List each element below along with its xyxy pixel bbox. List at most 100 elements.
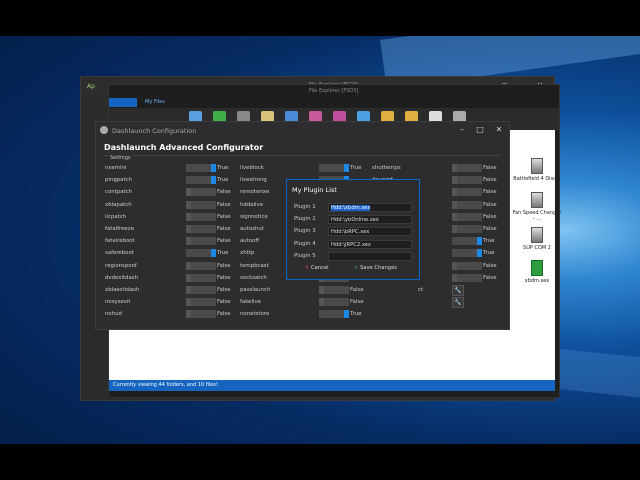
- setting-toggle[interactable]: [186, 273, 216, 282]
- setting-toggle[interactable]: [452, 176, 482, 185]
- toggle-knob: [452, 164, 457, 172]
- settings-group: Settings: [104, 155, 500, 164]
- file-label: xbdm.xex: [524, 278, 550, 284]
- explorer-titlebar: File Explorer [FSD3]: [109, 85, 559, 97]
- toggle-value: False: [483, 274, 497, 281]
- setting-toggle[interactable]: [319, 286, 349, 294]
- wrench-icon[interactable]: 🔧: [452, 285, 464, 296]
- setting-toggle[interactable]: [452, 200, 482, 209]
- setting-toggle[interactable]: [186, 286, 216, 294]
- plugin-label: Plugin 5: [294, 252, 316, 259]
- toggle-value: False: [483, 177, 497, 184]
- plugin-label: Plugin 4: [294, 240, 316, 247]
- setting-toggle[interactable]: [452, 225, 482, 233]
- close-icon[interactable]: ✕: [492, 124, 506, 136]
- explorer-title: File Explorer [FSD3]: [309, 88, 359, 94]
- setting-toggle[interactable]: [452, 249, 482, 258]
- drive-icon: [531, 227, 543, 243]
- toggle-value: False: [483, 189, 497, 196]
- plugin-path-text: Hdd:\JRPC2.xex: [331, 241, 371, 248]
- setting-toggle[interactable]: [452, 188, 482, 197]
- setting-toggle[interactable]: [319, 164, 349, 172]
- cancel-x-icon: ✕: [305, 265, 310, 271]
- toggle-knob: [186, 188, 191, 197]
- toggle-knob: [211, 249, 216, 258]
- toggle-knob: [186, 225, 191, 233]
- setting-toggle[interactable]: [319, 310, 349, 319]
- toggle-value: False: [483, 226, 497, 232]
- toggle-value: False: [483, 201, 497, 208]
- toggle-value: False: [483, 262, 497, 269]
- status-bar: Currently viewing 44 folders, and 10 fil…: [109, 380, 555, 391]
- toggle-knob: [452, 188, 457, 197]
- setting-name: xblaexitdash: [105, 287, 140, 293]
- toggle-knob: [452, 176, 457, 185]
- toggle-knob: [477, 237, 482, 246]
- setting-toggle[interactable]: [452, 212, 482, 221]
- file-label: SUP COM 2: [523, 245, 551, 251]
- toggle-knob: [477, 249, 482, 258]
- setting-toggle[interactable]: [452, 164, 482, 172]
- plugin-dialog-title: My Plugin List: [292, 186, 337, 194]
- minimize-icon[interactable]: –: [455, 124, 469, 136]
- dialog-titlebar[interactable]: Dashlaunch Configuration – □ ✕: [96, 122, 509, 139]
- status-text: Currently viewing 44 folders, and 10 fil…: [113, 382, 218, 388]
- plugin-path-field[interactable]: Hdd:\ybOnline.xex: [328, 215, 412, 225]
- cancel-button[interactable]: ✕ Cancel: [305, 263, 329, 273]
- toggle-knob: [186, 237, 191, 246]
- file-item[interactable]: SUP COM 2: [512, 227, 562, 251]
- toggle-knob: [186, 298, 191, 307]
- toggle-knob: [186, 200, 191, 209]
- setting-toggle[interactable]: [186, 310, 216, 319]
- toggle-value: True: [217, 177, 229, 184]
- toggle-knob: [319, 286, 324, 294]
- toggle-knob: [211, 176, 216, 185]
- setting-name: nosysexit: [105, 299, 131, 306]
- tab-my-files[interactable]: My Files: [145, 99, 165, 105]
- plugin-path-field[interactable]: Hdd:\xbdm.xex: [328, 203, 412, 212]
- tab-home[interactable]: [109, 98, 137, 107]
- plugin-path-field[interactable]: Hdd:\JRPC2.xex: [328, 239, 412, 249]
- setting-toggle[interactable]: [186, 200, 216, 209]
- save-changes-button[interactable]: ✔ Save Changes: [354, 263, 397, 273]
- setting-toggle[interactable]: [186, 176, 216, 185]
- setting-toggle[interactable]: [186, 249, 216, 258]
- setting-toggle[interactable]: [186, 237, 216, 246]
- setting-name: contpatch: [105, 189, 133, 196]
- file-item[interactable]: xbdm.xex: [512, 260, 562, 284]
- setting-name: dvdexitdash: [105, 274, 139, 281]
- setting-name: tempbcast: [240, 262, 269, 269]
- setting-toggle[interactable]: [452, 261, 482, 270]
- setting-toggle[interactable]: [186, 225, 216, 233]
- toggle-knob: [186, 273, 191, 282]
- setting-name: passlaunch: [240, 287, 271, 293]
- toggle-knob: [452, 261, 457, 270]
- setting-toggle[interactable]: [452, 237, 482, 246]
- file-item[interactable]: Fan Speed Changer - ...: [512, 192, 562, 222]
- toggle-value: False: [350, 287, 364, 293]
- toggle-knob: [211, 164, 216, 172]
- toggle-value: False: [483, 213, 497, 220]
- toggle-knob: [452, 273, 457, 282]
- maximize-icon[interactable]: □: [473, 124, 487, 136]
- setting-name: xblapatch: [105, 201, 132, 208]
- plugin-path-field[interactable]: Hdd:\bRPC.xex: [328, 227, 412, 237]
- setting-toggle[interactable]: [186, 298, 216, 307]
- setting-toggle[interactable]: [186, 188, 216, 197]
- file-item[interactable]: Battlefield 4 Disc 2: [512, 158, 562, 182]
- drive-icon: [531, 158, 543, 174]
- plugin-label: Plugin 3: [294, 228, 316, 235]
- setting-toggle[interactable]: [186, 261, 216, 270]
- file-label: Fan Speed Changer - ...: [512, 210, 562, 222]
- setting-toggle[interactable]: [186, 212, 216, 221]
- setting-toggle[interactable]: [186, 164, 216, 172]
- setting-name: signnotice: [240, 213, 268, 220]
- letterbox-bottom: [0, 444, 640, 480]
- setting-name: socksatch: [240, 274, 267, 281]
- setting-toggle[interactable]: [452, 273, 482, 282]
- wrench-icon[interactable]: 🔧: [452, 297, 464, 309]
- plugin-path-field[interactable]: [328, 251, 412, 261]
- setting-name: liveblock: [240, 165, 264, 171]
- setting-toggle[interactable]: [319, 298, 349, 307]
- plugin-list-dialog[interactable]: My Plugin List Plugin 1 Hdd:\xbdm.xex Plug…: [286, 179, 420, 280]
